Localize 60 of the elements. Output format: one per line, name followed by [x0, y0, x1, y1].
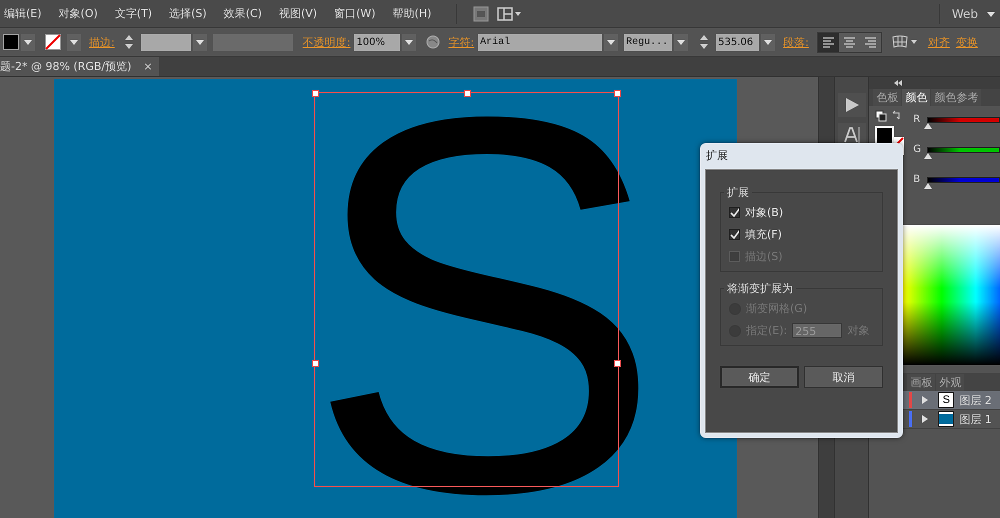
layer-name: 图层 1	[959, 412, 992, 426]
paragraph-link[interactable]: 段落:	[783, 34, 809, 50]
group-label: 将渐变扩展为	[724, 281, 796, 296]
align-link[interactable]: 对齐	[928, 34, 950, 50]
close-button[interactable]: ×	[143, 60, 153, 73]
dropdown-button[interactable]	[761, 34, 776, 50]
caret-icon	[676, 38, 686, 46]
font-size-field[interactable]: 535.06	[716, 34, 760, 50]
dropdown-button[interactable]	[21, 34, 35, 50]
text-align-left-icon	[820, 36, 836, 48]
grid-warp-icon[interactable]	[892, 35, 920, 49]
channel-label: B	[913, 174, 922, 185]
menu-item[interactable]: 选择(S)	[165, 6, 213, 21]
dropdown-button[interactable]	[674, 34, 688, 50]
panel-tab[interactable]: 颜色	[902, 89, 930, 106]
channel-label: R	[913, 114, 922, 125]
channel-label: G	[913, 144, 922, 155]
dialog-title: 扩展	[705, 148, 729, 164]
ok-button[interactable]: 确定	[720, 366, 799, 388]
menu-item[interactable]: 编辑(E)	[0, 6, 48, 21]
no-stroke-swatch[interactable]	[45, 34, 61, 50]
menu-item[interactable]: 文字(T)	[110, 6, 158, 21]
caret-icon	[763, 38, 774, 46]
group-label: 扩展	[724, 185, 752, 200]
caret-icon	[194, 38, 205, 46]
checkbox-label: 对象(B)	[745, 205, 784, 220]
checkbox[interactable]	[729, 229, 740, 240]
collapse-icon[interactable]	[893, 79, 904, 87]
caret-icon	[23, 38, 33, 46]
menu-item[interactable]: 效果(C)	[220, 6, 268, 21]
slider-thumb[interactable]	[924, 152, 932, 158]
document-title: 题-2* @ 98% (RGB/预览)	[0, 59, 132, 74]
caret-icon[interactable]	[986, 10, 996, 18]
checkbox-label: 填充(F)	[745, 227, 782, 242]
align-center-button[interactable]	[838, 32, 860, 52]
caret-icon	[69, 38, 79, 46]
stroke-weight-field[interactable]	[140, 34, 191, 50]
checkbox[interactable]	[729, 207, 740, 218]
dropdown-button[interactable]	[67, 34, 81, 50]
color-spectrum[interactable]	[903, 225, 1000, 365]
cancel-button[interactable]: 取消	[804, 366, 883, 388]
panel-tab[interactable]: 色板	[873, 89, 902, 106]
panel-tab[interactable]: 颜色参考	[931, 89, 982, 106]
layer-thumbnail: S	[938, 392, 954, 408]
workspace-switcher[interactable]: Web	[952, 6, 978, 20]
slider-thumb[interactable]	[924, 122, 932, 128]
document-tab[interactable]: 题-2* @ 98% (RGB/预览) ×	[0, 57, 159, 76]
dropdown-button[interactable]	[192, 34, 207, 50]
fill-swatch[interactable]	[3, 34, 19, 50]
play-icon[interactable]	[838, 93, 866, 117]
text-align-right-icon	[862, 36, 878, 48]
panel-tab[interactable]: 画板	[907, 374, 936, 391]
slider-thumb[interactable]	[924, 182, 932, 188]
layer-name: 图层 2	[959, 392, 992, 408]
align-left-button[interactable]	[818, 32, 839, 52]
align-right-button[interactable]	[860, 32, 881, 52]
menu-item[interactable]: 对象(O)	[54, 6, 104, 21]
panel-tab[interactable]: 外观	[936, 374, 964, 391]
text-align-center-icon	[842, 36, 857, 48]
layer-thumbnail	[938, 411, 954, 427]
